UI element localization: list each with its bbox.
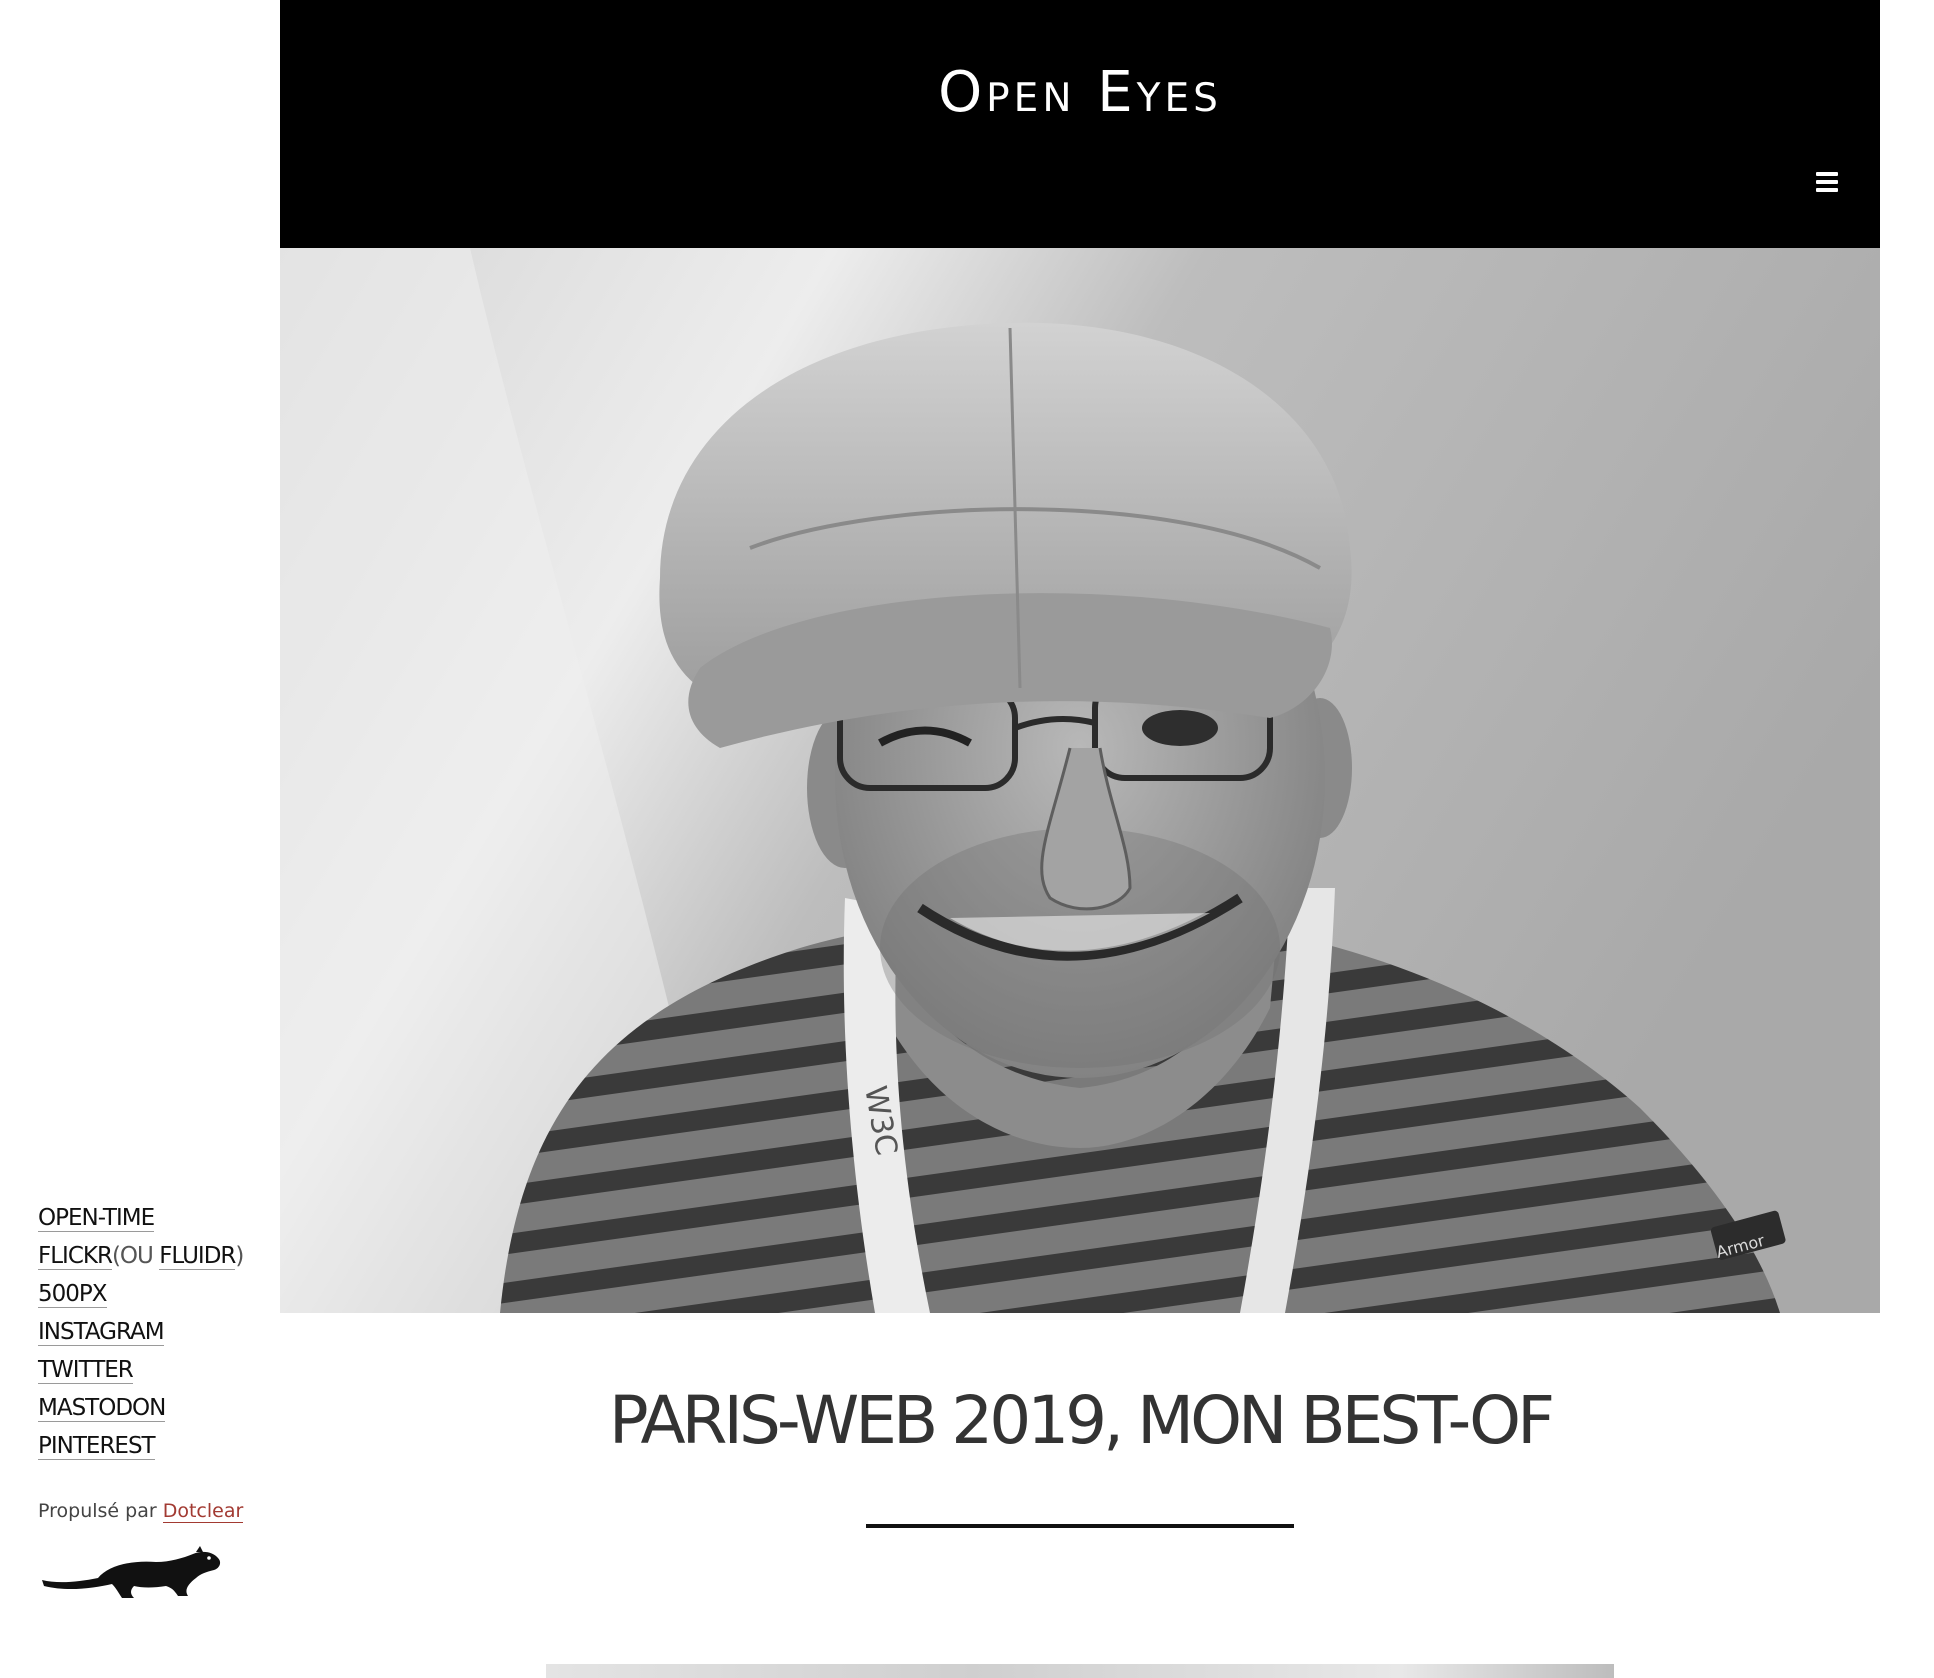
powered-by: Propulsé par Dotclear [38,1500,278,1523]
sidebar-link-item: OPEN-TIME [38,1200,278,1238]
dotclear-ferret-icon[interactable] [38,1544,228,1600]
post-title[interactable]: PARIS-WEB 2019, MON BEST-OF [280,1382,1880,1459]
sidebar: OPEN-TIME FLICKR(OU FLUIDR) 500PX INSTAG… [38,1200,278,1604]
portrait-photo: W3C Armor [280,248,1880,1313]
title-divider [866,1524,1294,1528]
hero-photo: W3C Armor [280,248,1880,1313]
link-fluidr[interactable]: FLUIDR [159,1243,236,1270]
flickr-alt-prefix: (OU [111,1243,160,1269]
link-pinterest[interactable]: PINTEREST [38,1433,156,1460]
sidebar-link-item: 500PX [38,1276,278,1314]
site-title[interactable]: Open Eyes [280,60,1880,125]
link-twitter[interactable]: TWITTER [38,1357,134,1384]
powered-by-prefix: Propulsé par [38,1500,157,1522]
sidebar-link-item: PINTEREST [38,1428,278,1466]
hamburger-menu-icon[interactable] [1816,172,1842,196]
dotclear-link[interactable]: Dotclear [162,1500,244,1523]
sidebar-link-item: TWITTER [38,1352,278,1390]
sidebar-link-item: INSTAGRAM [38,1314,278,1352]
link-mastodon[interactable]: MASTODON [38,1395,166,1422]
link-flickr[interactable]: FLICKR [38,1243,113,1270]
sidebar-link-item: FLICKR(OU FLUIDR) [38,1238,278,1276]
sidebar-links: OPEN-TIME FLICKR(OU FLUIDR) 500PX INSTAG… [38,1200,278,1466]
content-image-top-edge [546,1664,1614,1678]
link-instagram[interactable]: INSTAGRAM [38,1319,165,1346]
sidebar-link-item: MASTODON [38,1390,278,1428]
flickr-alt-suffix: ) [235,1243,244,1269]
link-500px[interactable]: 500PX [38,1281,108,1308]
site-header: Open Eyes [280,0,1880,248]
link-open-time[interactable]: OPEN-TIME [38,1205,155,1232]
